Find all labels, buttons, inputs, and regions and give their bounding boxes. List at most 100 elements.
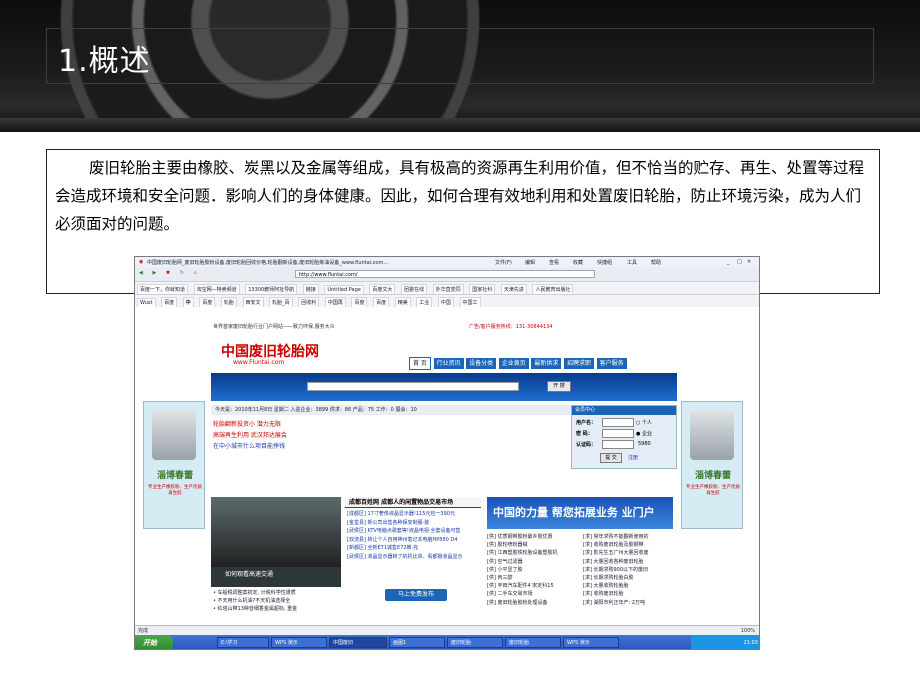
address-bar[interactable]: http://www.fluntai.com/ bbox=[295, 270, 595, 278]
site-logo[interactable]: 中国废旧轮胎网 bbox=[221, 341, 319, 361]
favorite-link[interactable]: 百度一下，你就知道 bbox=[137, 284, 189, 294]
list-item[interactable]: [供] 丙三醇 bbox=[487, 574, 579, 582]
menu-help[interactable]: 帮助 bbox=[651, 259, 661, 266]
password-input[interactable] bbox=[602, 429, 634, 438]
list-item[interactable]: [求] 长期求购900以下的废旧 bbox=[583, 566, 675, 574]
window-title: 中国废旧轮胎网_废旧轮胎胶粉设备,废旧轮胎回收价格,轮胎翻新设备,废旧轮胎炼油设… bbox=[147, 260, 389, 266]
taskbar-item[interactable]: 废旧轮胎 bbox=[505, 637, 561, 648]
list-item[interactable]: [供] 优质钢带胶粉破乡胶优惠 bbox=[487, 533, 579, 541]
search-input[interactable] bbox=[307, 382, 519, 391]
taskbar-item[interactable]: 画图1 bbox=[389, 637, 445, 648]
forward-icon[interactable]: ▶ bbox=[150, 269, 158, 277]
list-item[interactable]: [武侯区] KTV电脑点歌套等!液晶电视·全套设备可售 bbox=[347, 527, 481, 536]
list-item[interactable]: [金堂县] 新公司出售各种保安制服·装 bbox=[347, 519, 481, 528]
browser-screenshot: ◉ 中国废旧轮胎网_废旧轮胎胶粉设备,废旧轮胎回收价格,轮胎翻新设备,废旧轮胎炼… bbox=[134, 256, 760, 650]
favorite-link[interactable]: 国家社科 bbox=[469, 284, 496, 294]
nav-home[interactable]: 首 页 bbox=[409, 357, 431, 370]
code-input[interactable] bbox=[602, 440, 634, 449]
nav-service[interactable]: 客户服务 bbox=[596, 358, 627, 369]
favorite-link[interactable]: 13300教师阿址导航 bbox=[245, 284, 298, 294]
list-item[interactable]: [求] 湖阳市利正年产: 2万吨 bbox=[583, 599, 675, 607]
list-item[interactable]: [求] 收购废旧轮胎 bbox=[583, 590, 675, 598]
favorites-bar: 百度一下，你就知道 淘宝网—特卖频道 13300教师阿址导航 链接 Untitl… bbox=[135, 282, 759, 295]
nav-equipment[interactable]: 设备分类 bbox=[466, 358, 497, 369]
list-item[interactable]: [求] 大量收购轮胎胎 bbox=[583, 582, 675, 590]
login-header: 会员中心 bbox=[572, 406, 676, 415]
slide-title: 1.概述 bbox=[58, 44, 151, 79]
favorite-link[interactable]: 链接 bbox=[302, 284, 319, 294]
taskbar-item[interactable]: WPS 演示 bbox=[271, 637, 327, 648]
list-item[interactable]: [供] 废旧轮胎胶粉处理设备 bbox=[487, 599, 579, 607]
header-bottom-band bbox=[0, 118, 920, 132]
nav-yellow-pages[interactable]: 企业黄页 bbox=[498, 358, 529, 369]
side-ad-right[interactable]: 淄博春蕾 专业生产橡胶粉、生产优质再生胶 bbox=[681, 401, 743, 529]
radio-personal[interactable]: ○ 个人 bbox=[636, 419, 652, 426]
username-input[interactable] bbox=[602, 418, 634, 427]
promo-link[interactable]: 轮胎翻新投资小 潜力无限 bbox=[213, 419, 281, 428]
back-icon[interactable]: ◀ bbox=[137, 269, 145, 277]
video-player[interactable]: 如何观看高速交通 bbox=[211, 497, 341, 587]
submit-button[interactable]: 提 交 bbox=[600, 453, 622, 463]
menu-quickgroup[interactable]: 快捷组 bbox=[597, 259, 612, 266]
publish-button[interactable]: 马上免费发布 bbox=[385, 589, 447, 601]
favorite-link[interactable]: 外华直党同 bbox=[432, 284, 464, 294]
promo-link[interactable]: 高端再生利用 武汉邦达展会 bbox=[213, 430, 287, 439]
taskbar-item[interactable]: WPS 演示 bbox=[563, 637, 619, 648]
taskbar-item[interactable]: E:\学习 bbox=[217, 637, 269, 648]
list-item[interactable]: [求] 长期求购轮胎白胶 bbox=[583, 574, 675, 582]
favorite-link[interactable]: 天津先进 bbox=[500, 284, 527, 294]
browser-statusbar: 完成 100% bbox=[135, 625, 759, 635]
taskbar-item[interactable]: 废旧轮胎 bbox=[447, 637, 503, 648]
verification-code: 5980 bbox=[638, 441, 651, 447]
radio-company[interactable]: ● 企业 bbox=[636, 430, 652, 437]
favorite-link[interactable]: 团委在线 bbox=[401, 284, 428, 294]
list-item[interactable]: [武侯区] 液晶显示器转了的机比资。看都摄液晶显示 bbox=[347, 553, 481, 562]
menu-edit[interactable]: 编辑 bbox=[525, 259, 535, 266]
stop-icon[interactable]: ✖ bbox=[164, 269, 172, 277]
close-icon[interactable]: ✕ bbox=[747, 259, 751, 265]
taskbar-item[interactable]: 中国废旧 bbox=[329, 637, 387, 648]
promo-link[interactable]: 在中小城市什么项目能挣钱 bbox=[213, 441, 285, 450]
minimize-icon[interactable]: _ bbox=[727, 259, 730, 265]
list-item[interactable]: [供] 丰田汽车配件4 宋定科15 bbox=[487, 582, 579, 590]
list-item[interactable]: [求] 收购废旧轮胎及胶钢带 bbox=[583, 541, 675, 549]
news-header[interactable]: 成都百姓网 成都人的闲置物品交易市场 bbox=[345, 497, 481, 508]
browser-icon: ◉ bbox=[139, 259, 144, 265]
menu-view[interactable]: 查看 bbox=[549, 259, 559, 266]
list-item[interactable]: [求] 影先生五广州大量回收废 bbox=[583, 549, 675, 557]
list-item[interactable]: [供] 二手车交易市场 bbox=[487, 590, 579, 598]
list-item[interactable]: [新都区] 全新E71诚售E72推·完 bbox=[347, 544, 481, 553]
favorite-link[interactable]: 人民教育出版社 bbox=[532, 284, 574, 294]
list-item[interactable]: [成都区] 17寸奢侈液晶显示器!115元包一390元 bbox=[347, 510, 481, 519]
maximize-icon[interactable]: □ bbox=[737, 259, 742, 265]
web-page: 淄博春蕾 专业生产橡胶粉、生产优质再生胶 淄博春蕾 专业生产橡胶粉、生产优质再生… bbox=[135, 307, 759, 633]
favorite-link[interactable]: Untitled Page bbox=[324, 285, 364, 294]
list-item[interactable]: [供] 小平显丁胶 bbox=[487, 566, 579, 574]
list-item[interactable]: • 不天用什么机油?不天机油选择全 bbox=[213, 597, 343, 605]
register-link[interactable]: 注册 bbox=[628, 454, 638, 461]
list-item[interactable]: • 红塔山带13种音细香金属超标, 重金 bbox=[213, 605, 343, 613]
nav-jobs[interactable]: 招聘求职 bbox=[563, 358, 594, 369]
list-item[interactable]: [供] 江西塑胶铁轮胎设备塑胶机 bbox=[487, 549, 579, 557]
side-ad-left[interactable]: 淄博春蕾 专业生产橡胶粉、生产优质再生胶 bbox=[143, 401, 205, 529]
list-item[interactable]: [供] 胶轮喷粉器械 bbox=[487, 541, 579, 549]
list-item[interactable]: [供] 空气过滤器 bbox=[487, 558, 579, 566]
china-banner[interactable]: 中国的力量 帮您拓展业务 业门户 bbox=[487, 497, 673, 529]
favorite-link[interactable]: 淘宝网—特卖频道 bbox=[193, 284, 240, 294]
refresh-icon[interactable]: ↻ bbox=[178, 269, 186, 277]
list-item[interactable]: [双流县] 转让个人自用神州笔记本电脑HP880 D4 bbox=[347, 536, 481, 545]
search-button[interactable]: 开 搜 bbox=[547, 381, 571, 392]
start-button[interactable]: 开始 bbox=[135, 635, 173, 649]
nav-supply[interactable]: 最新供求 bbox=[531, 358, 562, 369]
product-bag-image bbox=[690, 410, 734, 460]
menu-file[interactable]: 文件(F) bbox=[495, 259, 512, 266]
home-icon[interactable]: ⌂ bbox=[192, 269, 199, 277]
list-item[interactable]: [求] 大量回收各种废旧轮胎 bbox=[583, 558, 675, 566]
demand-list: [求] 常年求购不能翻新使用的 [求] 收购废旧轮胎及胶钢带 [求] 影先生五广… bbox=[583, 533, 675, 607]
menu-tools[interactable]: 工具 bbox=[627, 259, 637, 266]
favorite-link[interactable]: 百度文大 bbox=[369, 284, 396, 294]
list-item[interactable]: • 车船税调整案初定, 计税科学性遭质 bbox=[213, 589, 343, 597]
nav-news[interactable]: 行业资讯 bbox=[433, 358, 464, 369]
list-item[interactable]: [求] 常年求购不能翻新使用的 bbox=[583, 533, 675, 541]
menu-favorites[interactable]: 收藏 bbox=[573, 259, 583, 266]
